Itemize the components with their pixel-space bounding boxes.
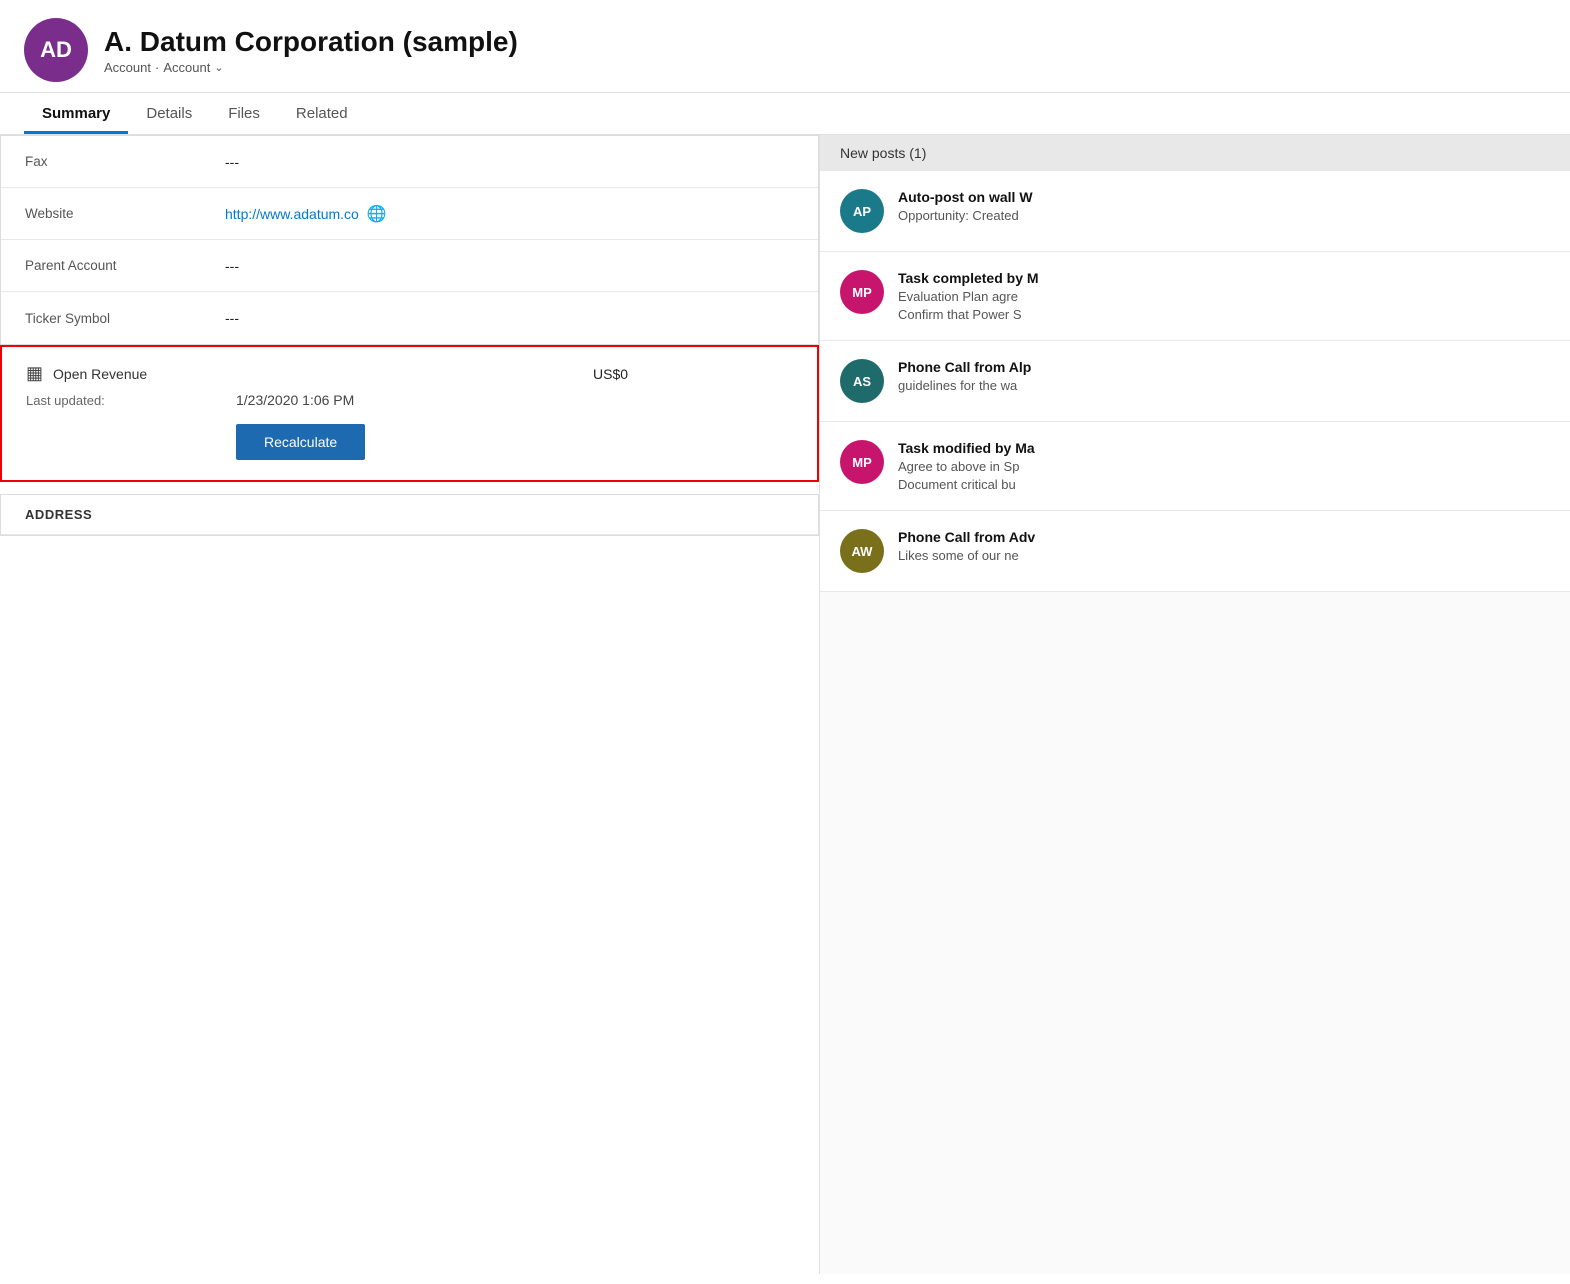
activity-item[interactable]: AW Phone Call from Adv Likes some of our… (820, 511, 1570, 592)
subtitle-dot: · (155, 60, 159, 75)
activity-item[interactable]: AP Auto-post on wall W Opportunity: Crea… (820, 171, 1570, 252)
activity-content: Phone Call from Alp guidelines for the w… (898, 359, 1550, 393)
revenue-icon: ▦ (26, 363, 43, 384)
avatar-initials: AD (40, 37, 72, 63)
recalculate-button[interactable]: Recalculate (236, 424, 365, 460)
last-updated-label: Last updated: (26, 393, 236, 408)
new-posts-bar: New posts (1) (820, 135, 1570, 171)
activity-subtitle: Opportunity: Created (898, 208, 1550, 223)
left-panel: Fax --- Website http://www.adatum.co 🌐 P… (0, 135, 820, 1274)
activity-subtitle1: Evaluation Plan agre (898, 289, 1550, 304)
activity-title: Phone Call from Adv (898, 529, 1550, 545)
header-info: A. Datum Corporation (sample) Account · … (104, 26, 518, 75)
account-avatar: AD (24, 18, 88, 82)
tab-details[interactable]: Details (128, 93, 210, 134)
activity-avatar: MP (840, 440, 884, 484)
activity-list: AP Auto-post on wall W Opportunity: Crea… (820, 171, 1570, 592)
fax-label: Fax (25, 154, 225, 169)
tab-bar: Summary Details Files Related (0, 93, 1570, 135)
activity-title: Auto-post on wall W (898, 189, 1550, 205)
right-panel: New posts (1) AP Auto-post on wall W Opp… (820, 135, 1570, 1274)
revenue-label: Open Revenue (53, 366, 147, 382)
website-row: Website http://www.adatum.co 🌐 (1, 188, 818, 240)
activity-subtitle: guidelines for the wa (898, 378, 1550, 393)
ticker-symbol-value: --- (225, 310, 794, 326)
last-updated-value: 1/23/2020 1:06 PM (236, 392, 354, 408)
website-label: Website (25, 206, 225, 221)
activity-avatar: MP (840, 270, 884, 314)
activity-content: Task completed by M Evaluation Plan agre… (898, 270, 1550, 322)
activity-subtitle: Likes some of our ne (898, 548, 1550, 563)
form-section: Fax --- Website http://www.adatum.co 🌐 P… (0, 135, 819, 345)
fax-value: --- (225, 154, 794, 170)
parent-account-row: Parent Account --- (1, 240, 818, 292)
chevron-down-icon[interactable]: ⌄ (214, 61, 223, 74)
ticker-symbol-label: Ticker Symbol (25, 311, 225, 326)
subtitle-account1: Account (104, 60, 151, 75)
activity-subtitle1: Agree to above in Sp (898, 459, 1550, 474)
address-section-header: ADDRESS (1, 495, 818, 535)
activity-title: Task completed by M (898, 270, 1550, 286)
activity-title: Phone Call from Alp (898, 359, 1550, 375)
activity-avatar: AW (840, 529, 884, 573)
website-text[interactable]: http://www.adatum.co (225, 206, 359, 222)
parent-account-value: --- (225, 258, 794, 274)
activity-title: Task modified by Ma (898, 440, 1550, 456)
activity-avatar: AP (840, 189, 884, 233)
tab-files[interactable]: Files (210, 93, 278, 134)
tab-summary[interactable]: Summary (24, 93, 128, 134)
revenue-box: ▦ Open Revenue US$0 Last updated: 1/23/2… (0, 345, 819, 482)
page-title: A. Datum Corporation (sample) (104, 26, 518, 58)
activity-item[interactable]: AS Phone Call from Alp guidelines for th… (820, 341, 1570, 422)
parent-account-label: Parent Account (25, 258, 225, 273)
activity-subtitle2: Confirm that Power S (898, 307, 1550, 322)
main-layout: Fax --- Website http://www.adatum.co 🌐 P… (0, 135, 1570, 1274)
revenue-row: ▦ Open Revenue US$0 (26, 363, 793, 384)
revenue-value: US$0 (593, 366, 793, 382)
subtitle-account2[interactable]: Account (163, 60, 210, 75)
activity-avatar: AS (840, 359, 884, 403)
activity-subtitle2: Document critical bu (898, 477, 1550, 492)
activity-item[interactable]: MP Task completed by M Evaluation Plan a… (820, 252, 1570, 341)
activity-item[interactable]: MP Task modified by Ma Agree to above in… (820, 422, 1570, 511)
address-section: ADDRESS (0, 494, 819, 536)
header-subtitle: Account · Account ⌄ (104, 60, 518, 75)
last-updated-row: Last updated: 1/23/2020 1:06 PM (26, 392, 793, 408)
ticker-symbol-row: Ticker Symbol --- (1, 292, 818, 344)
fax-row: Fax --- (1, 136, 818, 188)
globe-icon: 🌐 (367, 204, 387, 224)
tab-related[interactable]: Related (278, 93, 366, 134)
activity-content: Task modified by Ma Agree to above in Sp… (898, 440, 1550, 492)
new-posts-label: New posts (1) (840, 145, 926, 161)
activity-content: Auto-post on wall W Opportunity: Created (898, 189, 1550, 223)
page-header: AD A. Datum Corporation (sample) Account… (0, 0, 1570, 93)
activity-content: Phone Call from Adv Likes some of our ne (898, 529, 1550, 563)
website-value: http://www.adatum.co 🌐 (225, 204, 794, 224)
